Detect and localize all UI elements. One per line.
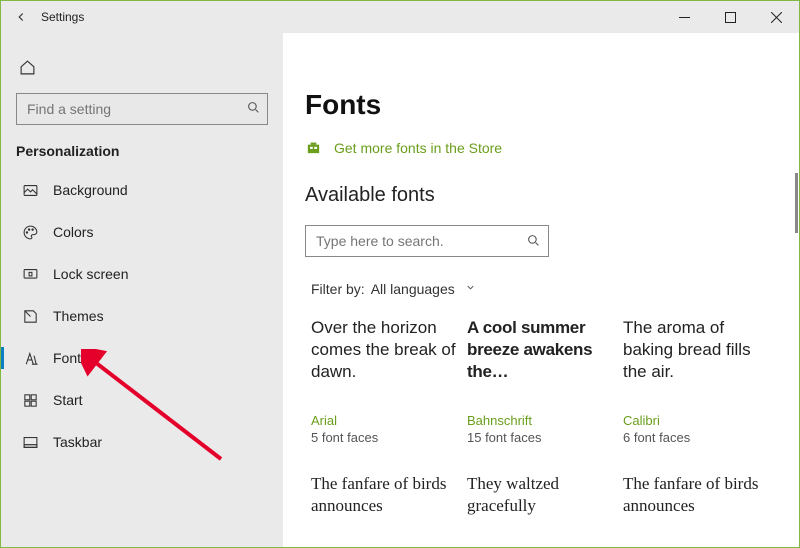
search-icon bbox=[247, 101, 260, 117]
sidebar-item-taskbar[interactable]: Taskbar bbox=[1, 421, 283, 463]
main-content: Fonts Get more fonts in the Store Availa… bbox=[283, 33, 799, 547]
available-fonts-heading: Available fonts bbox=[305, 184, 777, 207]
font-preview: The aroma of baking bread fills the air. bbox=[623, 317, 773, 411]
back-button[interactable] bbox=[1, 1, 41, 33]
font-card[interactable]: A cool summer breeze awakens the… Bahnsc… bbox=[467, 317, 617, 445]
store-icon bbox=[305, 139, 322, 156]
font-card[interactable]: The fanfare of birds announces bbox=[311, 473, 461, 547]
font-search[interactable] bbox=[305, 225, 549, 257]
sidebar-item-themes[interactable]: Themes bbox=[1, 295, 283, 337]
sidebar-item-background[interactable]: Background bbox=[1, 169, 283, 211]
sidebar-item-start[interactable]: Start bbox=[1, 379, 283, 421]
themes-icon bbox=[21, 307, 39, 325]
sidebar-item-label: Background bbox=[53, 182, 128, 198]
filter-label: Filter by: bbox=[311, 281, 365, 297]
minimize-button[interactable] bbox=[661, 1, 707, 33]
sidebar-category-header: Personalization bbox=[1, 137, 283, 169]
font-preview: The fanfare of birds announces bbox=[623, 473, 773, 547]
sidebar-item-label: Lock screen bbox=[53, 266, 128, 282]
window-title: Settings bbox=[41, 10, 84, 24]
settings-search[interactable] bbox=[16, 93, 268, 125]
taskbar-icon bbox=[21, 433, 39, 451]
sidebar-item-label: Start bbox=[53, 392, 83, 408]
font-name: Calibri bbox=[623, 413, 773, 428]
chevron-down-icon bbox=[465, 282, 476, 296]
lock-screen-icon bbox=[21, 265, 39, 283]
sidebar-item-lock-screen[interactable]: Lock screen bbox=[1, 253, 283, 295]
sidebar-item-label: Taskbar bbox=[53, 434, 102, 450]
font-card[interactable]: They waltzed gracefully bbox=[467, 473, 617, 547]
titlebar: Settings bbox=[1, 1, 799, 33]
filter-value: All languages bbox=[371, 281, 455, 297]
scrollbar[interactable] bbox=[795, 173, 798, 233]
search-icon bbox=[527, 234, 540, 250]
sidebar-item-label: Themes bbox=[53, 308, 104, 324]
home-button[interactable] bbox=[7, 49, 47, 85]
sidebar-item-fonts[interactable]: Fonts bbox=[1, 337, 283, 379]
maximize-button[interactable] bbox=[707, 1, 753, 33]
font-preview: They waltzed gracefully bbox=[467, 473, 617, 547]
font-faces: 6 font faces bbox=[623, 430, 773, 445]
palette-icon bbox=[21, 223, 39, 241]
page-title: Fonts bbox=[305, 89, 777, 121]
picture-icon bbox=[21, 181, 39, 199]
font-preview: The fanfare of birds announces bbox=[311, 473, 461, 547]
fonts-grid: Over the horizon comes the break of dawn… bbox=[305, 317, 777, 547]
settings-search-input[interactable] bbox=[16, 93, 268, 125]
filter-dropdown[interactable]: Filter by: All languages bbox=[305, 281, 777, 297]
sidebar-item-colors[interactable]: Colors bbox=[1, 211, 283, 253]
font-faces: 5 font faces bbox=[311, 430, 461, 445]
font-preview: Over the horizon comes the break of dawn… bbox=[311, 317, 461, 411]
sidebar: Personalization Background Colors Lock s… bbox=[1, 33, 283, 547]
sidebar-item-label: Fonts bbox=[53, 350, 88, 366]
font-faces: 15 font faces bbox=[467, 430, 617, 445]
start-icon bbox=[21, 391, 39, 409]
font-name: Bahnschrift bbox=[467, 413, 617, 428]
close-button[interactable] bbox=[753, 1, 799, 33]
font-preview: A cool summer breeze awakens the… bbox=[467, 317, 617, 411]
font-card[interactable]: Over the horizon comes the break of dawn… bbox=[311, 317, 461, 445]
store-link-label: Get more fonts in the Store bbox=[334, 140, 502, 156]
font-card[interactable]: The fanfare of birds announces bbox=[623, 473, 773, 547]
font-name: Arial bbox=[311, 413, 461, 428]
font-search-input[interactable] bbox=[306, 226, 548, 256]
sidebar-item-label: Colors bbox=[53, 224, 93, 240]
font-card[interactable]: The aroma of baking bread fills the air.… bbox=[623, 317, 773, 445]
store-link[interactable]: Get more fonts in the Store bbox=[305, 139, 777, 156]
fonts-icon bbox=[21, 349, 39, 367]
